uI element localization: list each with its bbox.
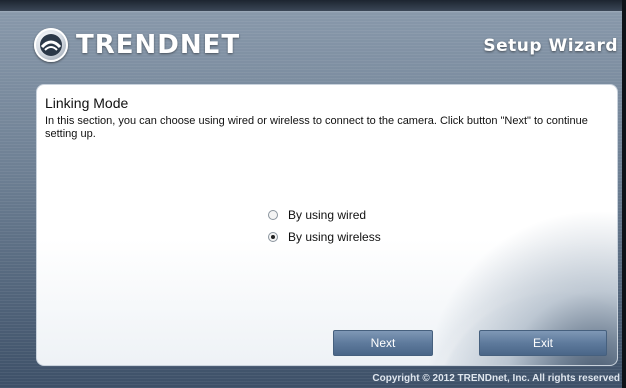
wizard-title: Setup Wizard <box>483 36 618 56</box>
exit-button[interactable]: Exit <box>479 330 607 356</box>
option-wireless[interactable]: By using wireless <box>268 227 381 247</box>
copyright-footer: Copyright © 2012 TRENDnet, Inc. All righ… <box>372 373 620 384</box>
setup-wizard-window: TRENDNET Setup Wizard Linking Mode In th… <box>0 0 626 388</box>
radio-wired[interactable] <box>268 210 278 220</box>
window-top-edge <box>0 0 626 12</box>
option-wired-label: By using wired <box>288 208 367 222</box>
content-panel: Linking Mode In this section, you can ch… <box>36 84 618 366</box>
linking-mode-options: By using wired By using wireless <box>268 205 381 249</box>
trendnet-logo-icon <box>34 28 68 62</box>
next-button[interactable]: Next <box>333 330 433 356</box>
wizard-header: TRENDNET Setup Wizard <box>0 12 626 76</box>
page-title: Linking Mode <box>45 95 129 111</box>
option-wireless-label: By using wireless <box>288 230 381 244</box>
brand-name: TRENDNET <box>76 30 241 60</box>
radio-wireless[interactable] <box>268 232 278 242</box>
brand-logo: TRENDNET <box>34 28 240 62</box>
page-description: In this section, you can choose using wi… <box>45 115 588 140</box>
option-wired[interactable]: By using wired <box>268 205 381 225</box>
